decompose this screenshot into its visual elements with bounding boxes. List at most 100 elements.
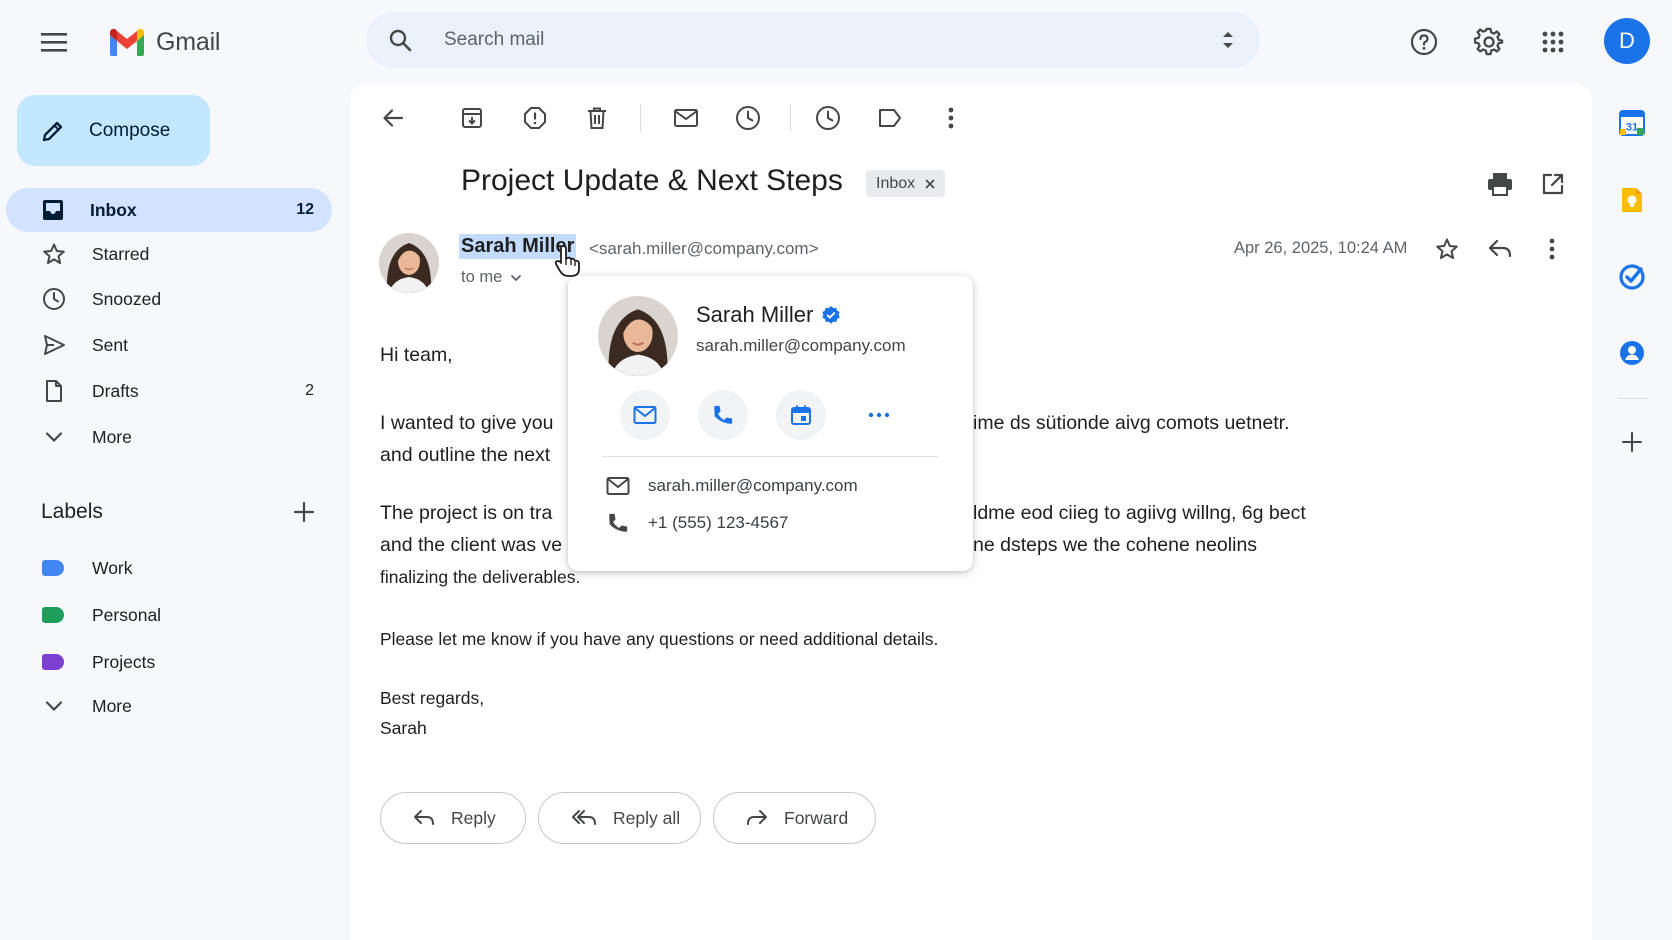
sidebar-item-sent[interactable]: Sent (6, 323, 332, 367)
back-arrow-icon[interactable] (373, 98, 413, 138)
reply-all-icon (571, 808, 597, 828)
open-in-new-window-icon[interactable] (1535, 166, 1571, 202)
chip-label: Inbox (876, 174, 916, 192)
body-paragraph-3: Please let me know if you have any quest… (380, 629, 939, 649)
gmail-logo[interactable]: Gmail (108, 22, 220, 62)
sidebar-item-label: More (92, 426, 132, 447)
body-paragraph-2-line-2a: and the client was ve (380, 534, 563, 556)
email-date: Apr 26, 2025, 10:24 AM (1234, 239, 1408, 257)
toolbar-divider (790, 104, 791, 132)
mark-unread-icon[interactable] (666, 98, 706, 138)
contact-phone-row[interactable]: +1 (555) 123-4567 (606, 512, 788, 534)
apps-grid-icon[interactable] (1531, 20, 1575, 64)
top-bar: Gmail D (0, 0, 1672, 80)
app-name: Gmail (156, 27, 221, 56)
body-paragraph-1-line-1a: I wanted to give you (380, 412, 554, 434)
chevron-down-icon (42, 694, 66, 718)
contacts-app-icon[interactable] (1612, 333, 1652, 373)
body-paragraph-1-line-2: and outline the next (380, 444, 551, 466)
label-tag-icon[interactable] (870, 98, 910, 138)
body-paragraph-2-line-2b: ne dsteps we the cohene neolins (973, 534, 1258, 556)
sidebar-item-snoozed[interactable]: Snoozed (6, 277, 332, 321)
mail-icon (633, 406, 657, 424)
contact-email-value: sarah.miller@company.com (648, 476, 858, 495)
print-icon[interactable] (1482, 166, 1518, 202)
calendar-icon (791, 405, 811, 425)
add-to-tasks-icon[interactable] (808, 98, 848, 138)
sidebar-item-label: Inbox (90, 199, 137, 220)
account-avatar[interactable]: D (1604, 18, 1650, 64)
settings-gear-icon[interactable] (1467, 20, 1511, 64)
contact-more-action[interactable] (854, 390, 904, 440)
recipient-details[interactable]: to me (461, 268, 522, 287)
calendar-app-icon[interactable]: 31 (1612, 103, 1652, 143)
card-divider (602, 456, 938, 457)
chevron-down-icon (510, 274, 522, 282)
contact-schedule-action[interactable] (776, 390, 826, 440)
reply-icon[interactable] (1483, 232, 1517, 266)
label-tag-icon (42, 560, 64, 576)
phone-icon (606, 512, 630, 534)
contact-email-action[interactable] (620, 390, 670, 440)
reply-all-button[interactable]: Reply all (538, 792, 701, 844)
drafts-count: 2 (305, 382, 314, 399)
contact-email-row[interactable]: sarah.miller@company.com (606, 476, 858, 496)
forward-button[interactable]: Forward (713, 792, 876, 844)
label-item-personal[interactable]: Personal (42, 595, 161, 635)
body-paragraph-2-line-3: finalizing the deliverables. (380, 567, 581, 587)
search-bar (366, 12, 1260, 68)
sidebar-item-inbox[interactable]: Inbox 12 (6, 188, 332, 232)
compose-button[interactable]: Compose (17, 95, 210, 166)
contact-call-action[interactable] (698, 390, 748, 440)
email-subject: Project Update & Next Steps (461, 164, 843, 197)
contact-phone-value: +1 (555) 123-4567 (648, 513, 789, 532)
label-item-work[interactable]: Work (42, 548, 133, 588)
reply-all-label: Reply all (613, 807, 681, 828)
sidebar-item-label: Drafts (92, 380, 139, 401)
contact-email: sarah.miller@company.com (696, 336, 906, 355)
clock-icon (42, 287, 66, 311)
mail-icon (606, 476, 630, 496)
report-spam-icon[interactable] (515, 98, 555, 138)
phone-icon (714, 405, 733, 424)
chevron-down-icon (42, 425, 66, 449)
more-options-icon[interactable] (931, 98, 971, 138)
add-label-icon[interactable] (290, 498, 318, 526)
help-icon[interactable] (1402, 20, 1446, 64)
draft-icon (42, 379, 66, 403)
gmail-m-icon (110, 28, 144, 56)
label-name: Projects (92, 651, 156, 672)
body-paragraph-2-line-1b: ldme eod ciieg to agiivg willng, 6g bect (973, 502, 1306, 524)
snooze-clock-icon[interactable] (728, 98, 768, 138)
more-options-icon[interactable] (1535, 232, 1569, 266)
sidebar-item-more[interactable]: More (6, 415, 332, 459)
body-closing: Best regards, (380, 688, 485, 708)
tasks-app-icon[interactable] (1612, 257, 1652, 297)
search-input[interactable] (444, 12, 1144, 68)
search-icon[interactable] (388, 28, 412, 52)
compose-label: Compose (89, 119, 171, 141)
reply-icon (413, 808, 435, 828)
keep-app-icon[interactable] (1612, 180, 1652, 220)
inbox-label-chip[interactable]: Inbox (866, 170, 946, 197)
labels-more[interactable]: More (6, 684, 332, 728)
sidebar-item-drafts[interactable]: Drafts 2 (6, 369, 332, 413)
sender-avatar[interactable] (379, 233, 439, 293)
remove-label-icon[interactable] (925, 178, 935, 189)
body-paragraph-1-line-1b: ime ds sütionde aivg comots uetnetr. (973, 412, 1290, 434)
sidebar-item-starred[interactable]: Starred (6, 232, 332, 276)
main-menu-icon[interactable] (34, 22, 74, 62)
delete-trash-icon[interactable] (577, 98, 617, 138)
sidebar-item-label: Sent (92, 334, 128, 355)
label-name: Work (92, 557, 133, 578)
add-app-plus-icon[interactable] (1612, 422, 1652, 462)
star-icon[interactable] (1430, 232, 1464, 266)
unread-count: 12 (296, 201, 314, 218)
label-item-projects[interactable]: Projects (42, 642, 155, 682)
label-tag-icon (42, 654, 64, 670)
search-options-icon[interactable] (1216, 28, 1240, 52)
label-name: Personal (92, 604, 162, 625)
body-paragraph-2-line-1a: The project is on tra (380, 502, 553, 524)
reply-button[interactable]: Reply (380, 792, 526, 844)
archive-icon[interactable] (452, 98, 492, 138)
